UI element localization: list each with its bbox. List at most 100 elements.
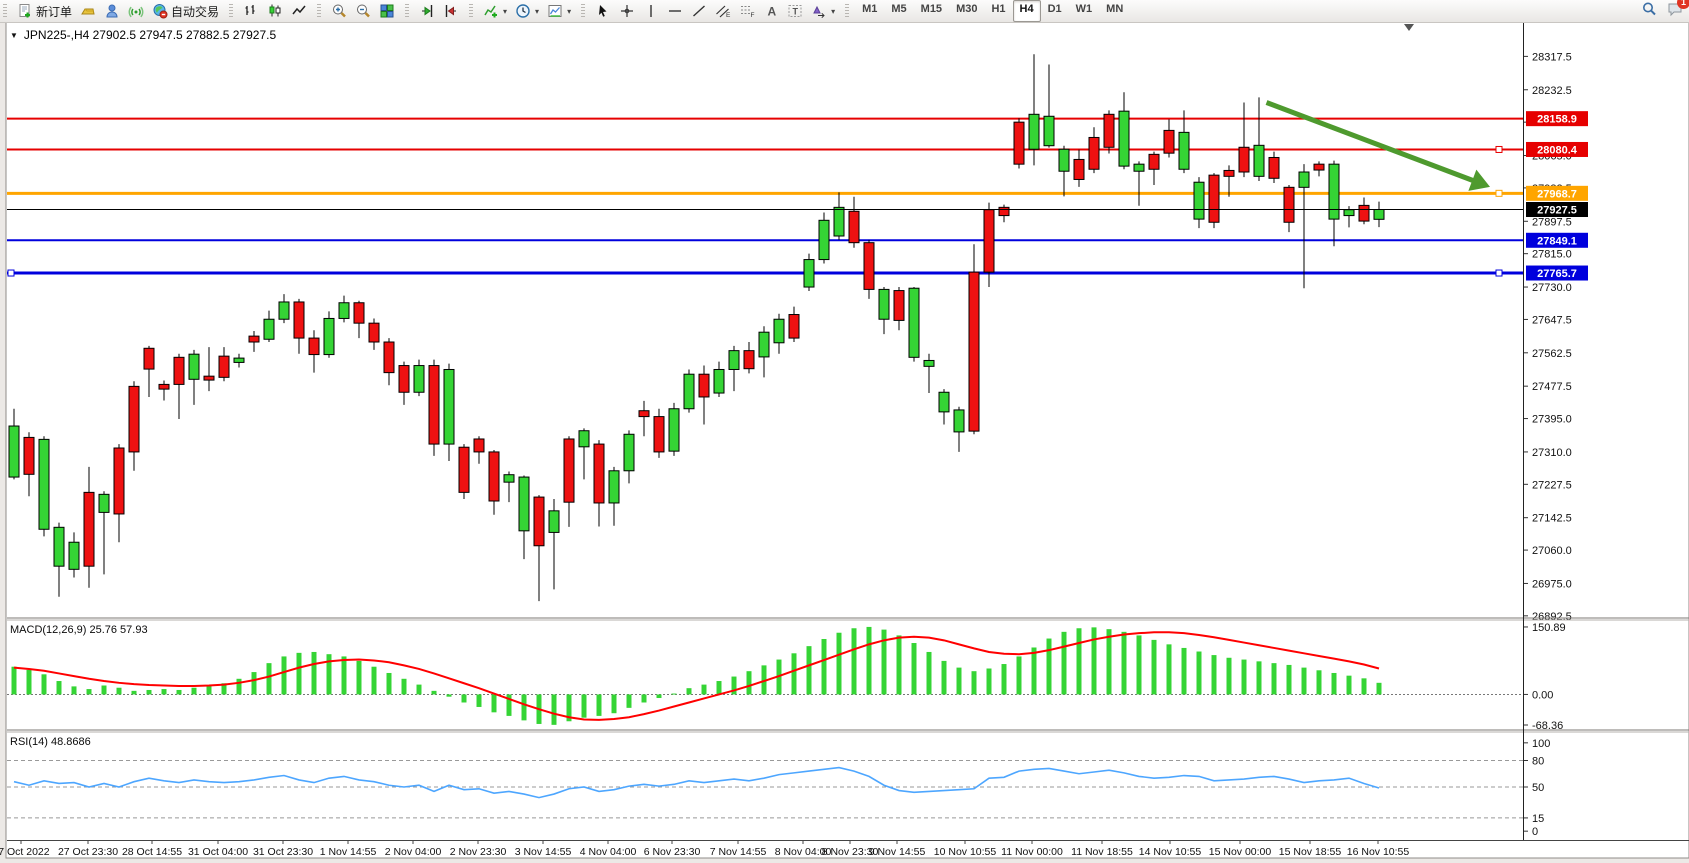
macd-histogram-bar [1257,661,1262,694]
cursor-icon [595,3,611,19]
search-icon[interactable] [1641,1,1657,22]
macd-histogram-bar [312,652,317,694]
text-button[interactable]: A [759,0,783,22]
chevron-down-icon[interactable]: ▾ [831,7,835,16]
date-tick-label: 10 Nov 10:55 [934,846,997,858]
chevron-down-icon[interactable]: ▾ [535,7,539,16]
macd-histogram-bar [1182,648,1187,695]
candle [684,369,694,412]
macd-histogram-bar [432,691,437,695]
rsi-tick-label: 80 [1532,756,1544,768]
price-tag-label: 27927.5 [1537,205,1577,217]
price-tick-label: 27477.5 [1532,381,1572,393]
toolbar-grip [229,4,233,18]
macd-histogram-bar [492,694,497,712]
line-handle[interactable] [1496,270,1502,276]
line-handle[interactable] [8,270,14,276]
vertical-line-button[interactable] [639,0,663,22]
macd-histogram-bar [1332,673,1337,694]
autotrading-button-label: 自动交易 [171,3,219,20]
price-chart[interactable]: 28317.528232.528150.028065.027982.527897… [0,22,1689,863]
candle [324,311,334,357]
notification-badge: 1 [1677,0,1689,9]
fibo-icon: F [739,3,755,19]
chevron-down-icon[interactable]: ▾ [503,7,507,16]
cursor-button[interactable] [591,0,615,22]
svg-text:T: T [793,7,799,17]
auto-scroll-button[interactable] [415,0,439,22]
rsi-tick-label: 0 [1532,826,1538,838]
line-handle[interactable] [1496,146,1502,152]
bar-chart-button[interactable] [239,0,263,22]
macd-histogram-bar [717,681,722,694]
community-button[interactable] [100,0,124,22]
macd-histogram-bar [987,669,992,695]
zoom-in-button[interactable] [327,0,351,22]
templates-button[interactable]: ▾ [543,0,575,22]
notifications-icon[interactable]: 1 [1667,1,1683,22]
timeframe-button-m15[interactable]: M15 [914,0,949,22]
timeframe-button-mn[interactable]: MN [1099,0,1130,22]
line-chart-button[interactable] [287,0,311,22]
timeframe-button-m5[interactable]: M5 [884,0,913,22]
macd-histogram-bar [1212,655,1217,694]
timeframe-button-m30[interactable]: M30 [949,0,984,22]
candle [654,409,664,458]
price-tag-label: 27968.7 [1537,188,1577,200]
date-tick-label: 2 Nov 23:30 [450,846,507,858]
macd-histogram-bar [942,661,947,695]
price-tick-label: 27060.0 [1532,545,1572,557]
macd-histogram-bar [597,694,602,715]
macd-tick-label: 150.89 [1532,622,1566,634]
macd-histogram-bar [372,667,377,695]
macd-histogram-bar [1197,652,1202,695]
timeframe-button-d1[interactable]: D1 [1041,0,1069,22]
candlestick-chart-button[interactable] [263,0,287,22]
metaeditor-button[interactable] [76,0,100,22]
candle [414,360,424,397]
macd-histogram-bar [912,643,917,694]
tiles-icon [379,3,395,19]
shapes-icon [811,3,827,19]
macd-indicator-label: MACD(12,26,9) 25.76 57.93 [10,624,148,636]
macd-histogram-bar [612,694,617,713]
timeframe-button-m1[interactable]: M1 [855,0,884,22]
price-tag-label: 27849.1 [1537,235,1577,247]
signals-button[interactable] [124,0,148,22]
macd-histogram-bar [207,685,212,694]
macd-histogram-bar [402,679,407,695]
new-order-button-label: 新订单 [36,3,72,20]
periods-button[interactable]: ▾ [511,0,543,22]
timeframe-button-w1[interactable]: W1 [1069,0,1100,22]
chart-shift-button[interactable] [439,0,463,22]
toolbar-grip [845,4,849,18]
macd-histogram-bar [237,679,242,695]
timeframe-button-h1[interactable]: H1 [984,0,1012,22]
tile-windows-button[interactable] [375,0,399,22]
zoom_in-icon [331,3,347,19]
trendline-button[interactable] [687,0,711,22]
chevron-down-icon[interactable]: ▾ [567,7,571,16]
indicators-button[interactable]: ▾ [479,0,511,22]
candle [429,360,439,456]
horizontal-line-button[interactable] [663,0,687,22]
autotrading-button[interactable]: 自动交易 [148,0,223,22]
fibonacci-button[interactable]: F [735,0,759,22]
price-tick-label: 27815.0 [1532,249,1572,261]
macd-histogram-bar [267,663,272,694]
candle [819,212,829,263]
one-click-trading-toggle-icon[interactable]: ▼ [10,31,18,40]
candle [1014,118,1024,168]
macd-histogram-bar [192,688,197,695]
new-order-button[interactable]: 新订单 [13,0,76,22]
channel-button[interactable]: E [711,0,735,22]
arrows-button[interactable]: ▾ [807,0,839,22]
zoom-out-button[interactable] [351,0,375,22]
crosshair-button[interactable] [615,0,639,22]
macd-histogram-bar [72,686,77,694]
text-label-button[interactable]: T [783,0,807,22]
macd-histogram-bar [1062,632,1067,695]
timeframe-button-h4[interactable]: H4 [1013,0,1041,22]
line-handle[interactable] [1496,190,1502,196]
chart-symbol-title: ▼ JPN225-,H4 27902.5 27947.5 27882.5 279… [10,28,276,42]
